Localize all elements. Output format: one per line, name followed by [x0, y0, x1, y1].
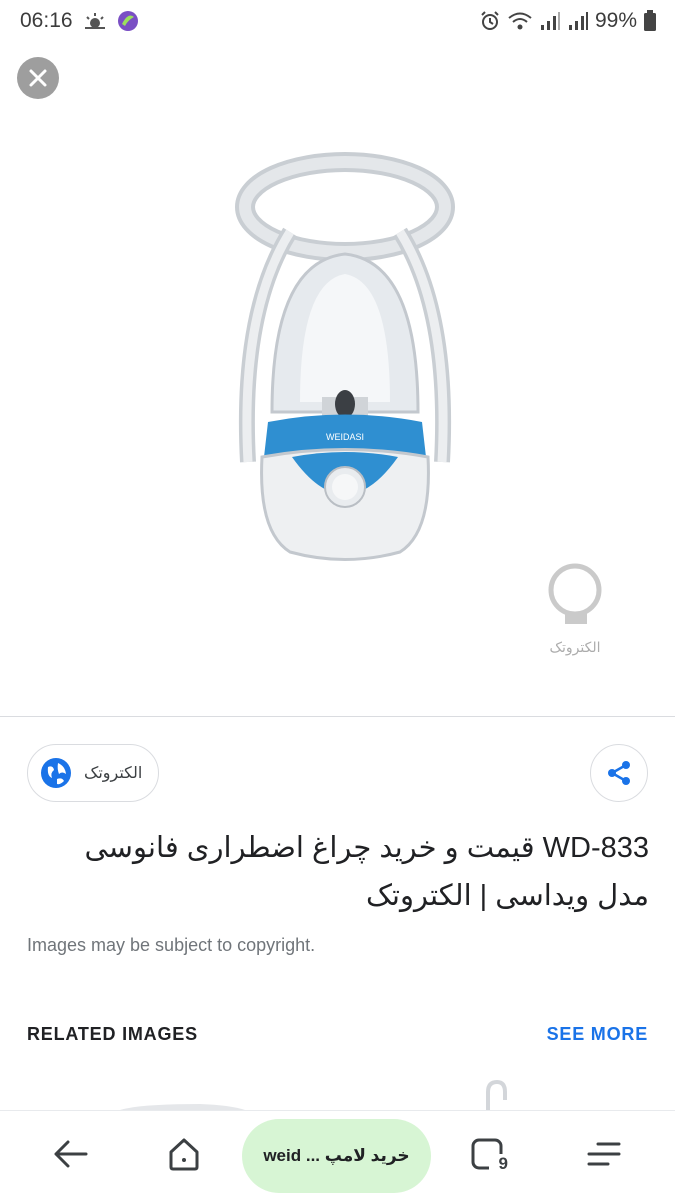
copyright-note: Images may be subject to copyright.: [27, 935, 316, 955]
related-images-strip[interactable]: [0, 1076, 675, 1110]
close-icon: [29, 69, 47, 87]
alarm-icon: [479, 10, 501, 32]
share-button[interactable]: [590, 744, 648, 802]
back-arrow-icon: [54, 1140, 88, 1168]
tabs-count: 9: [498, 1154, 508, 1173]
menu-icon: [587, 1142, 621, 1166]
tabs-button[interactable]: 9: [468, 1134, 508, 1174]
source-site-name: الکتروتک: [84, 765, 143, 782]
preview-image[interactable]: WEIDASI الکتروتک: [0, 112, 675, 716]
related-thumb-lantern: [486, 1079, 507, 1110]
menu-button[interactable]: [584, 1134, 624, 1174]
app-icon: [117, 10, 139, 32]
signal-icon: [539, 11, 561, 31]
share-icon: [608, 761, 630, 785]
battery-percent: 99%: [594, 9, 637, 32]
result-title[interactable]: WD-833 قیمت و خرید چراغ اضطراری فانوسی م…: [27, 824, 649, 920]
close-button[interactable]: [17, 57, 59, 99]
status-left: 06:16: [20, 9, 139, 33]
home-button[interactable]: [164, 1134, 204, 1174]
see-more-link[interactable]: SEE MORE: [547, 1024, 648, 1045]
weather-icon: [83, 11, 107, 31]
bottom-nav: خرید لامپ ... weid 9: [0, 1110, 675, 1200]
battery-icon: [643, 10, 657, 32]
image-brand-text: WEIDASI: [326, 432, 364, 442]
lantern-image: WEIDASI الکتروتک: [235, 152, 602, 656]
watermark-logo: الکتروتک: [548, 563, 602, 656]
wifi-icon: [507, 11, 533, 31]
status-bar: 06:16 99%: [0, 0, 675, 42]
status-time: 06:16: [20, 9, 73, 32]
status-right: 99%: [479, 9, 657, 33]
source-chip[interactable]: الکتروتک: [27, 744, 160, 802]
watermark-text: الکتروتک: [549, 640, 600, 656]
home-icon: [169, 1138, 199, 1171]
back-button[interactable]: [50, 1134, 90, 1174]
divider: [0, 716, 675, 717]
signal-icon: [567, 11, 589, 31]
related-images-heading: RELATED IMAGES: [27, 1024, 198, 1044]
search-query-pill[interactable]: خرید لامپ ... weid: [242, 1119, 431, 1193]
globe-icon: [41, 758, 71, 788]
